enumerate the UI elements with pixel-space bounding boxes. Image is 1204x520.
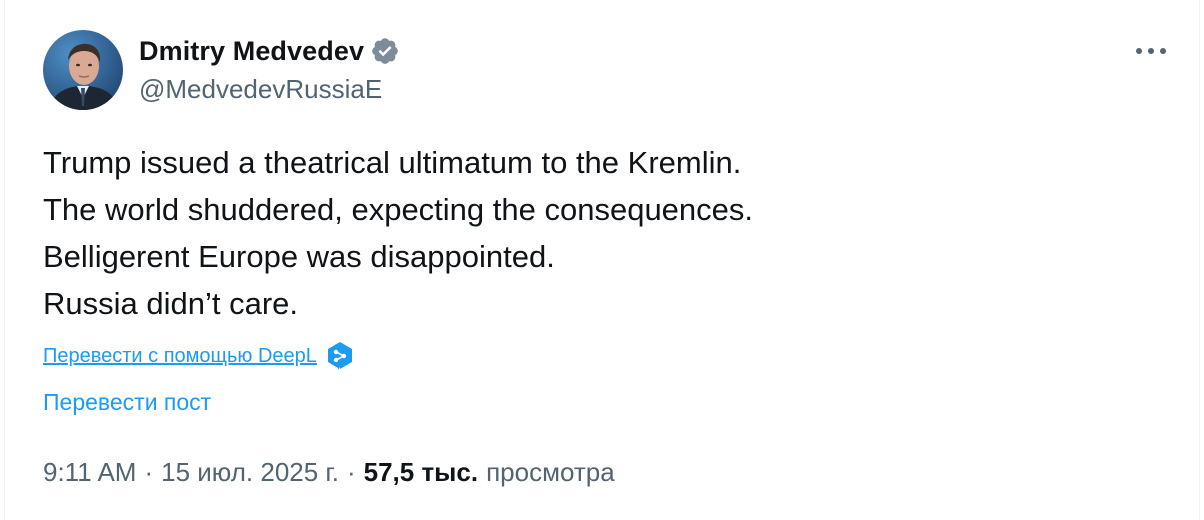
deepl-translate-link[interactable]: Перевести с помощью DeepL <box>43 345 317 368</box>
views-count[interactable]: 57,5 тыс. <box>364 457 486 488</box>
deepl-logo-icon[interactable] <box>326 341 354 371</box>
tweet-line: Russia didn’t care. <box>43 286 299 321</box>
more-horizontal-icon <box>1136 48 1166 54</box>
translate-post-button[interactable]: Перевести пост <box>43 389 211 416</box>
tweet-card: Dmitry Medvedev @MedvedevRussiaE Trump i… <box>4 0 1200 520</box>
author-handle[interactable]: @MedvedevRussiaE <box>139 74 382 105</box>
more-options-button[interactable] <box>1131 34 1171 68</box>
tweet-line: Trump issued a theatrical ultimatum to t… <box>43 145 742 180</box>
tweet-meta: 9:11 AM · 15 июл. 2025 г. · 57,5 тыс. пр… <box>43 457 615 488</box>
tweet-text: Trump issued a theatrical ultimatum to t… <box>43 139 1163 327</box>
author-display-name[interactable]: Dmitry Medvedev <box>139 36 364 67</box>
meta-separator: · <box>144 457 154 487</box>
tweet-line: The world shuddered, expecting the conse… <box>43 192 754 227</box>
tweet-line: Belligerent Europe was disappointed. <box>43 239 555 274</box>
deepl-translate-row[interactable]: Перевести с помощью DeepL <box>43 340 354 372</box>
meta-separator: · <box>346 457 356 487</box>
tweet-time[interactable]: 9:11 AM <box>43 457 136 488</box>
profile-photo-icon <box>43 30 123 110</box>
author-name-row[interactable]: Dmitry Medvedev <box>139 34 400 68</box>
tweet-date[interactable]: 15 июл. 2025 г. <box>161 457 339 488</box>
avatar[interactable] <box>43 30 123 110</box>
verified-badge-icon <box>372 38 398 64</box>
views-label: просмотра <box>486 457 615 487</box>
